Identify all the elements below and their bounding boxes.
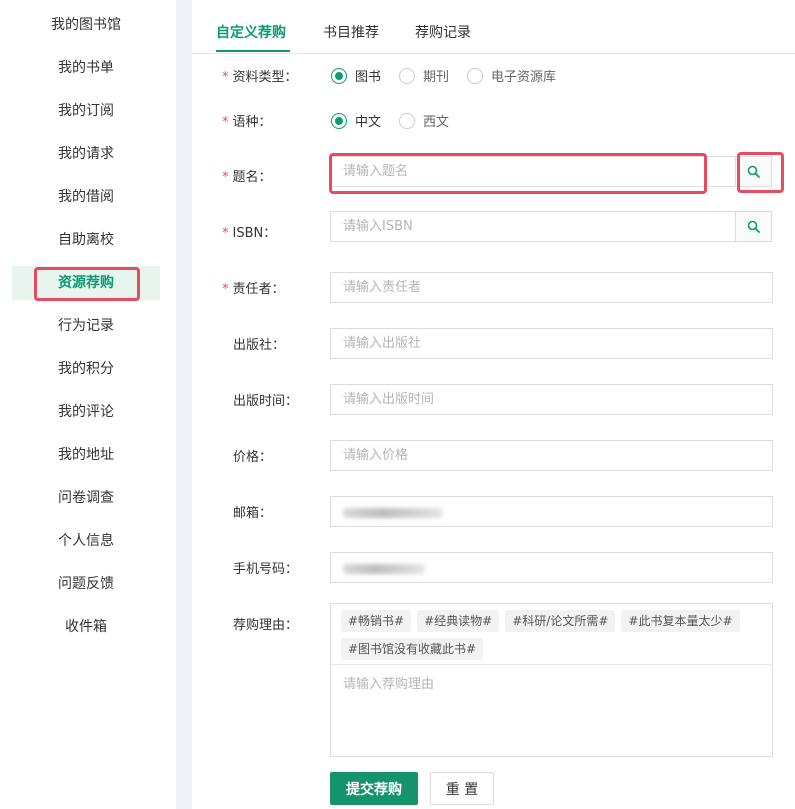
title-label: * 题名： (222, 166, 272, 185)
sidebar-item-inbox[interactable]: 收件箱 (12, 610, 160, 644)
author-label: * 责任者： (222, 278, 285, 297)
reason-tag[interactable]: #图书馆没有收藏此书# (341, 638, 484, 660)
radio-label: 图书 (355, 70, 382, 85)
blurred-phone-value (343, 564, 425, 574)
pub-date-input[interactable] (330, 384, 773, 415)
reason-textarea[interactable] (331, 665, 772, 756)
type-label-text: 资料类型： (232, 70, 298, 85)
sidebar: 我的图书馆 我的书单 我的订阅 我的请求 我的借阅 自助离校 资源荐购 行为记录… (0, 0, 172, 809)
sidebar-item-my-borrowing[interactable]: 我的借阅 (12, 180, 160, 214)
radio-type-eresource[interactable]: 电子资源库 (467, 66, 556, 85)
tab-booklist-recommend[interactable]: 书目推荐 (323, 22, 379, 42)
reason-tag[interactable]: #经典读物# (417, 610, 500, 632)
blurred-email-value (343, 508, 443, 518)
isbn-input[interactable] (330, 211, 736, 242)
isbn-label-text: ISBN： (232, 226, 277, 241)
language-label-text: 语种： (232, 115, 272, 130)
sidebar-divider (176, 0, 192, 809)
radio-label: 西文 (423, 115, 450, 130)
phone-label: 手机号码： (233, 562, 299, 577)
sidebar-item-self-checkout[interactable]: 自助离校 (12, 223, 160, 257)
reason-tag[interactable]: #科研/论文所需# (505, 610, 616, 632)
radio-unchecked-icon (399, 112, 415, 129)
search-icon (747, 220, 760, 233)
reason-tag[interactable]: #畅销书# (341, 610, 412, 632)
price-label: 价格： (233, 450, 273, 465)
sidebar-item-my-address[interactable]: 我的地址 (12, 438, 160, 472)
radio-type-book[interactable]: 图书 (331, 66, 381, 85)
title-label-text: 题名： (232, 170, 272, 185)
price-input[interactable] (330, 440, 773, 471)
author-input[interactable] (330, 272, 773, 303)
radio-label: 中文 (355, 115, 382, 130)
reason-tag[interactable]: #此书复本量太少# (621, 610, 740, 632)
sidebar-item-personal-info[interactable]: 个人信息 (12, 524, 160, 558)
type-label: * 资料类型： (222, 66, 298, 85)
sidebar-item-survey[interactable]: 问卷调查 (12, 481, 160, 515)
radio-unchecked-icon (467, 67, 483, 84)
publisher-input[interactable] (330, 328, 773, 359)
email-label: 邮箱： (233, 506, 273, 521)
sidebar-item-my-points[interactable]: 我的积分 (12, 352, 160, 386)
tab-recommend-history[interactable]: 荐购记录 (415, 22, 471, 42)
tab-active-indicator (216, 50, 290, 52)
radio-lang-western[interactable]: 西文 (399, 111, 449, 130)
required-mark: * (222, 282, 229, 297)
required-mark: * (222, 226, 229, 241)
radio-type-journal[interactable]: 期刊 (399, 66, 449, 85)
sidebar-item-label: 资源荐购 (58, 275, 114, 291)
title-input[interactable] (330, 156, 736, 187)
tab-custom-recommend[interactable]: 自定义荐购 (216, 22, 286, 42)
reason-label: 荐购理由： (233, 618, 299, 633)
required-mark: * (222, 70, 229, 85)
tab-bar: 自定义荐购 书目推荐 荐购记录 (192, 0, 795, 54)
sidebar-item-my-requests[interactable]: 我的请求 (12, 137, 160, 171)
sidebar-item-my-booklist[interactable]: 我的书单 (12, 51, 160, 85)
sidebar-item-my-library[interactable]: 我的图书馆 (12, 8, 160, 42)
sidebar-item-my-comments[interactable]: 我的评论 (12, 395, 160, 429)
radio-label: 期刊 (423, 70, 450, 85)
isbn-label: * ISBN： (222, 222, 276, 241)
sidebar-item-behavior-log[interactable]: 行为记录 (12, 309, 160, 343)
reason-box: #畅销书# #经典读物# #科研/论文所需# #此书复本量太少# #图书馆没有收藏此书# (330, 603, 773, 757)
radio-checked-icon (331, 67, 347, 84)
sidebar-item-my-subscription[interactable]: 我的订阅 (12, 94, 160, 128)
radio-checked-icon (331, 112, 347, 129)
author-label-text: 责任者： (232, 282, 285, 297)
search-icon (747, 165, 760, 178)
radio-label: 电子资源库 (491, 70, 557, 85)
pub-date-label: 出版时间： (233, 394, 299, 409)
sidebar-item-resource-recommend[interactable]: 资源荐购 (12, 266, 160, 301)
radio-lang-chinese[interactable]: 中文 (331, 111, 381, 130)
required-mark: * (222, 115, 229, 130)
sidebar-item-feedback[interactable]: 问题反馈 (12, 567, 160, 601)
language-label: * 语种： (222, 111, 272, 130)
publisher-label: 出版社： (233, 338, 286, 353)
email-field[interactable] (330, 496, 773, 527)
reset-button[interactable]: 重 置 (430, 772, 494, 805)
required-mark: * (222, 170, 229, 185)
submit-button[interactable]: 提交荐购 (330, 772, 418, 805)
isbn-search-button[interactable] (735, 211, 772, 242)
radio-unchecked-icon (399, 67, 415, 84)
title-search-button[interactable] (735, 156, 772, 187)
phone-field[interactable] (330, 552, 773, 583)
reason-tags: #畅销书# #经典读物# #科研/论文所需# #此书复本量太少# #图书馆没有收藏此书# (341, 610, 761, 666)
